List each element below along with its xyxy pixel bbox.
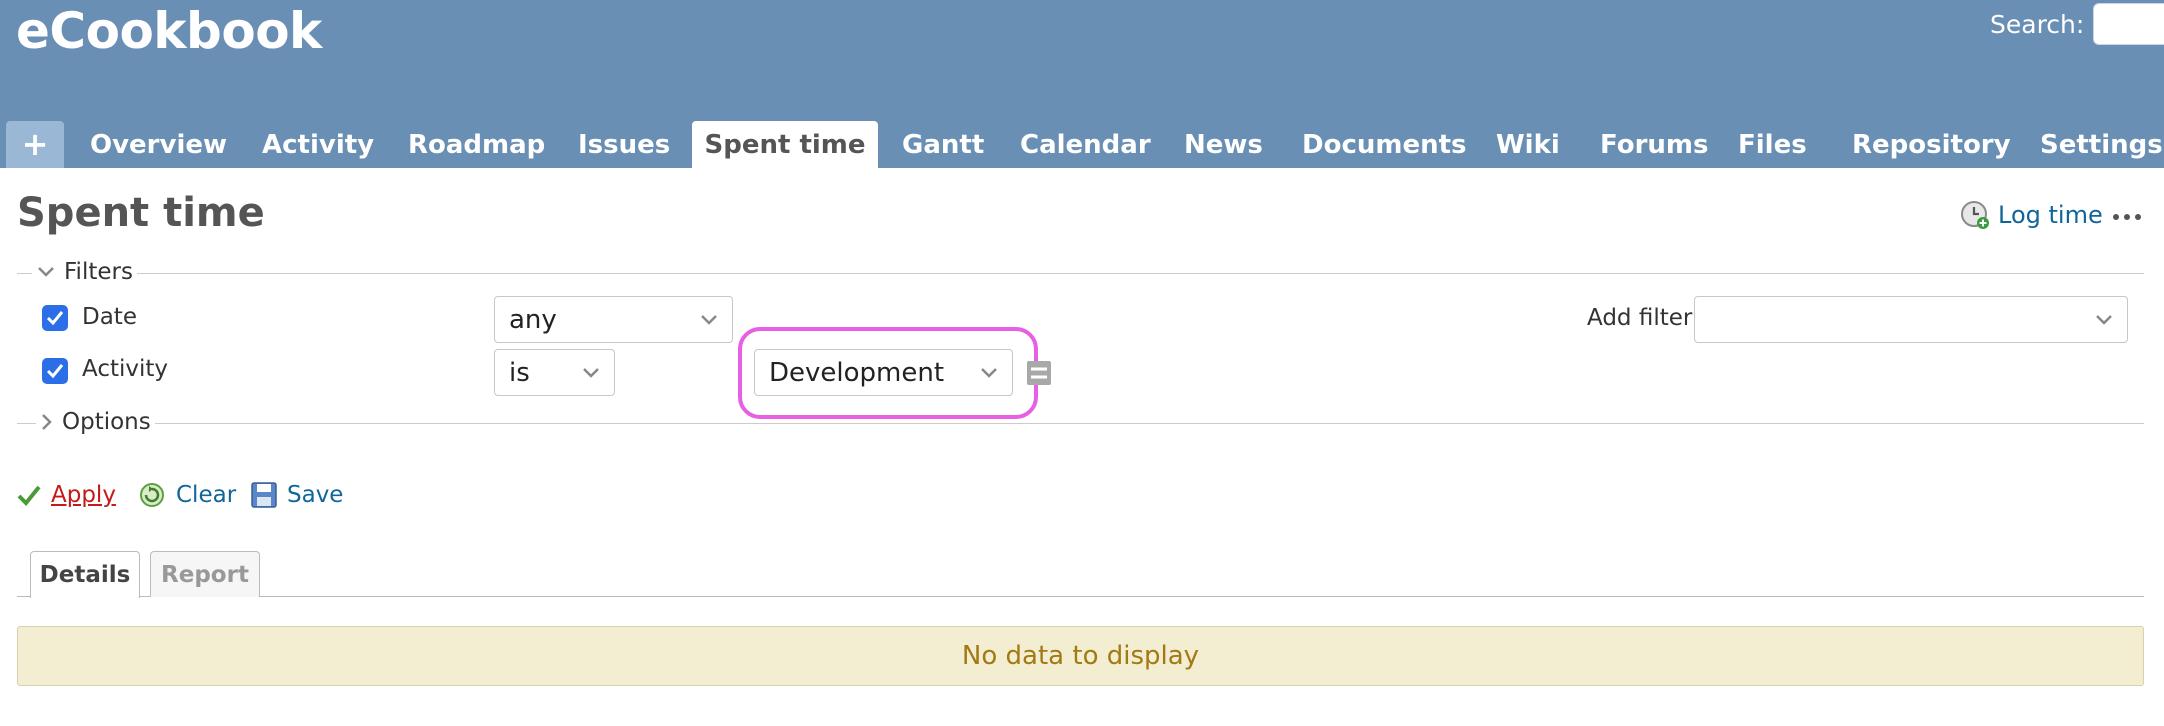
tab-spent-time[interactable]: Spent time [692, 121, 878, 168]
save-label: Save [287, 482, 344, 508]
filters-legend[interactable]: Filters [32, 259, 137, 285]
checkmark-icon [46, 364, 64, 379]
tabs-border [17, 596, 2144, 597]
date-filter-checkbox[interactable] [42, 305, 68, 331]
tab-forums[interactable]: Forums [1588, 121, 1720, 168]
date-operator-value: any [509, 304, 557, 335]
filters-legend-label: Filters [64, 259, 133, 285]
clear-label: Clear [176, 482, 237, 508]
new-object-button[interactable]: + [6, 121, 64, 168]
page-title: Spent time [17, 190, 265, 236]
toggle-multiselect-icon [1031, 367, 1047, 379]
highlight-annotation [738, 327, 1038, 419]
reload-icon [140, 483, 164, 507]
activity-operator-value: is [509, 357, 530, 388]
nodata-message: No data to display [17, 626, 2144, 686]
filters-fieldset-border [17, 273, 2144, 274]
chevron-down-icon [38, 267, 54, 277]
tab-activity[interactable]: Activity [250, 121, 386, 168]
activity-operator-select[interactable]: is [494, 349, 615, 396]
options-legend-label: Options [62, 409, 151, 435]
search-label: Search: [1990, 10, 2085, 39]
main-menu: + Overview Activity Roadmap Issues Spent… [0, 121, 2164, 168]
date-operator-select[interactable]: any [494, 296, 733, 343]
activity-filter-checkbox[interactable] [42, 358, 68, 384]
apply-label: Apply [51, 482, 116, 508]
chevron-down-icon [2096, 314, 2112, 325]
tab-repository[interactable]: Repository [1840, 121, 2023, 168]
options-fieldset-border [17, 423, 2144, 424]
activity-filter-label: Activity [82, 356, 169, 382]
toggle-multiselect-button[interactable] [1027, 361, 1051, 385]
save-query-button[interactable]: Save [251, 478, 343, 512]
save-icon [251, 482, 277, 508]
tab-report[interactable]: Report [150, 551, 260, 597]
tab-wiki[interactable]: Wiki [1484, 121, 1572, 168]
tab-news[interactable]: News [1172, 121, 1275, 168]
add-filter-select[interactable] [1694, 296, 2128, 343]
chevron-down-icon [701, 314, 717, 325]
options-legend[interactable]: Options [36, 409, 155, 435]
checkmark-icon [46, 311, 64, 326]
tab-documents[interactable]: Documents [1290, 121, 1479, 168]
chevron-right-icon [42, 414, 52, 430]
apply-button[interactable]: Apply [17, 478, 116, 512]
tab-files[interactable]: Files [1726, 121, 1819, 168]
tab-issues[interactable]: Issues [566, 121, 682, 168]
tab-gantt[interactable]: Gantt [890, 121, 996, 168]
tab-settings[interactable]: Settings [2028, 121, 2164, 168]
add-filter-label: Add filter [1587, 305, 1693, 331]
more-actions-icon[interactable] [2112, 212, 2142, 222]
search-input[interactable] [2093, 3, 2164, 45]
clear-button[interactable]: Clear [138, 478, 236, 512]
tab-calendar[interactable]: Calendar [1008, 121, 1163, 168]
date-filter-label: Date [82, 304, 137, 330]
log-time-label: Log time [1998, 201, 2103, 229]
tab-overview[interactable]: Overview [78, 121, 239, 168]
clock-add-icon [1961, 201, 1989, 229]
tab-roadmap[interactable]: Roadmap [396, 121, 557, 168]
checkmark-icon [17, 485, 41, 506]
project-title[interactable]: eCookbook [16, 2, 322, 60]
tab-details[interactable]: Details [30, 551, 140, 598]
log-time-link[interactable]: Log time [1960, 198, 2103, 232]
chevron-down-icon [583, 367, 599, 378]
